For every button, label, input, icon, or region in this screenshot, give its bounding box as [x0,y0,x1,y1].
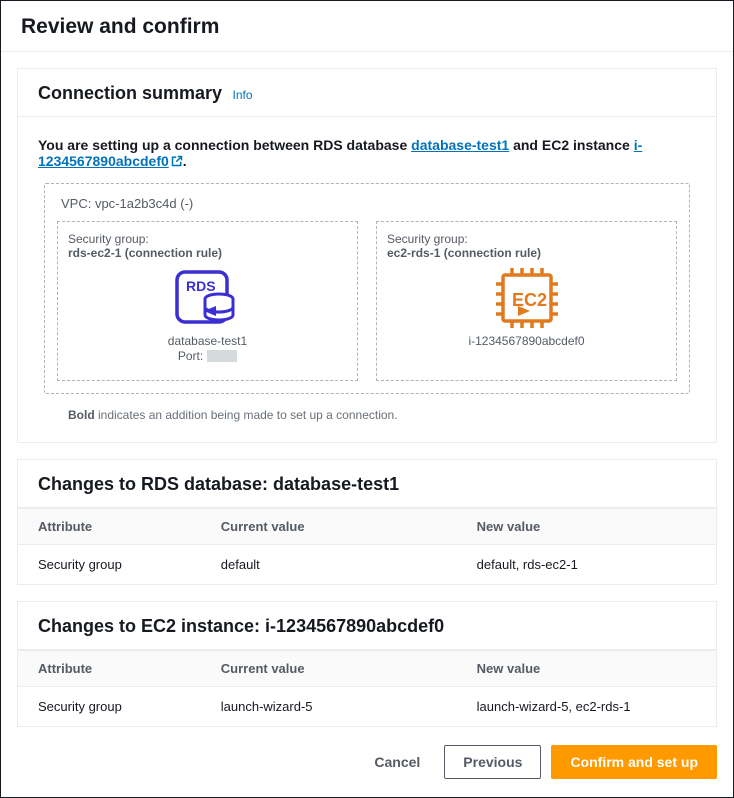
vpc-box: VPC: vpc-1a2b3c4d (-) Security group: rd… [44,183,690,394]
summary-sentence: You are setting up a connection between … [38,137,696,169]
rds-table-header: Attribute Current value New value [18,508,716,545]
summary-sentence-prefix: You are setting up a connection between … [38,137,411,153]
connection-summary-title: Connection summary [38,83,222,103]
modal-container: Review and confirm Connection summary In… [0,0,734,798]
modal-title: Review and confirm [21,15,713,39]
ec2-row-new: launch-wizard-5, ec2-rds-1 [477,699,696,714]
rds-port-label: Port: [178,349,203,363]
changes-ec2-header: Changes to EC2 instance: i-1234567890abc… [18,602,716,650]
rds-row-new: default, rds-ec2-1 [477,557,696,572]
summary-sentence-suffix: . [183,153,187,169]
changes-ec2-title: Changes to EC2 instance: i-1234567890abc… [38,616,444,636]
rds-col-new: New value [477,519,696,534]
security-group-row: Security group: rds-ec2-1 (connection ru… [57,221,677,381]
ec2-sg-label: Security group: [387,232,666,246]
footer: Cancel Previous Confirm and set up [1,727,733,797]
bold-note: Bold indicates an addition being made to… [38,408,696,422]
rds-col-attr: Attribute [38,519,221,534]
ec2-icon: EC2 [492,268,562,328]
rds-icon: RDS [173,268,243,328]
summary-sentence-mid: and EC2 instance [509,137,633,153]
rds-sg-label: Security group: [68,232,347,246]
cancel-button[interactable]: Cancel [360,746,434,778]
changes-rds-section: Changes to RDS database: database-test1 … [17,459,717,585]
table-row: Security group default default, rds-ec2-… [18,545,716,584]
bold-note-text: indicates an addition being made to set … [95,408,398,422]
ec2-col-attr: Attribute [38,661,221,676]
external-link-icon [171,154,183,166]
rds-port-redacted [207,350,237,362]
rds-security-group-box: Security group: rds-ec2-1 (connection ru… [57,221,358,381]
confirm-button[interactable]: Confirm and set up [551,745,717,779]
rds-sg-name: rds-ec2-1 (connection rule) [68,246,347,260]
ec2-table-header: Attribute Current value New value [18,650,716,687]
changes-rds-header: Changes to RDS database: database-test1 [18,460,716,508]
ec2-sg-name: ec2-rds-1 (connection rule) [387,246,666,260]
rds-row-current: default [221,557,477,572]
rds-resource-name: database-test1 [168,334,247,348]
rds-col-current: Current value [221,519,477,534]
ec2-row-attr: Security group [38,699,221,714]
vpc-label: VPC: vpc-1a2b3c4d (-) [57,196,677,211]
ec2-col-current: Current value [221,661,477,676]
changes-rds-title: Changes to RDS database: database-test1 [38,474,399,494]
ec2-row-current: launch-wizard-5 [221,699,477,714]
rds-icon-text: RDS [186,278,216,294]
summary-body: You are setting up a connection between … [18,117,716,442]
connection-arrow-icon [202,303,532,319]
connection-summary-header: Connection summary Info [18,69,716,117]
ec2-security-group-box: Security group: ec2-rds-1 (connection ru… [376,221,677,381]
modal-header: Review and confirm [1,1,733,52]
table-row: Security group launch-wizard-5 launch-wi… [18,687,716,726]
rds-database-link[interactable]: database-test1 [411,137,509,153]
rds-row-attr: Security group [38,557,221,572]
ec2-resource-name: i-1234567890abcdef0 [468,334,584,348]
connection-summary-section: Connection summary Info You are setting … [17,68,717,443]
rds-port-row: Port: [178,349,237,363]
ec2-col-new: New value [477,661,696,676]
info-link[interactable]: Info [233,88,253,102]
bold-note-bold: Bold [68,408,95,422]
changes-ec2-section: Changes to EC2 instance: i-1234567890abc… [17,601,717,727]
previous-button[interactable]: Previous [444,745,541,779]
